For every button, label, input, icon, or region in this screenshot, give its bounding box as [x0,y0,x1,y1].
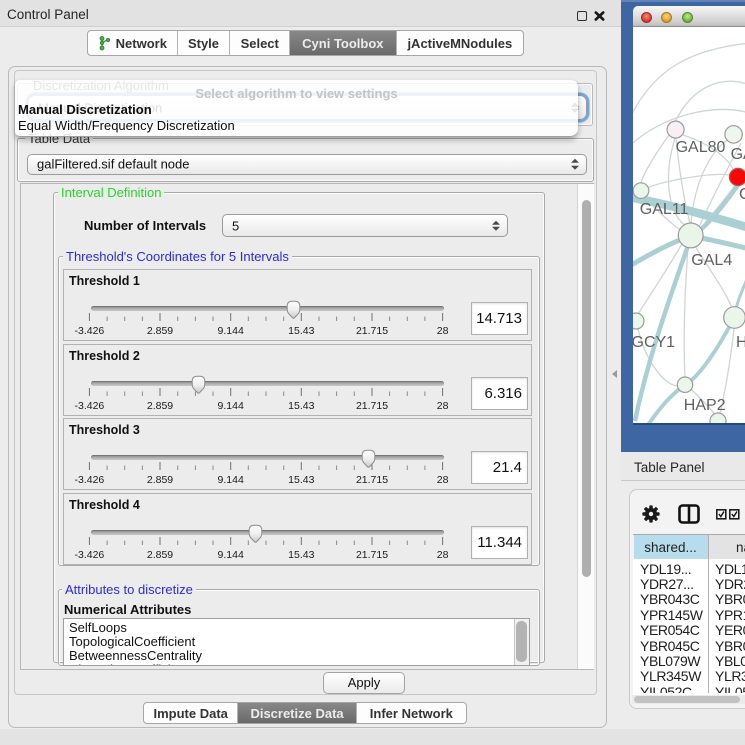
svg-text:C: C [739,186,745,203]
svg-text:GAL80: GAL80 [676,139,726,156]
svg-text:HAP2: HAP2 [684,397,726,414]
svg-text:GCY1: GCY1 [633,334,675,351]
svg-text:GAL4: GAL4 [691,252,732,269]
svg-text:H: H [736,334,745,351]
svg-text:GAL11: GAL11 [640,201,689,218]
svg-text:GA: GA [731,146,745,163]
